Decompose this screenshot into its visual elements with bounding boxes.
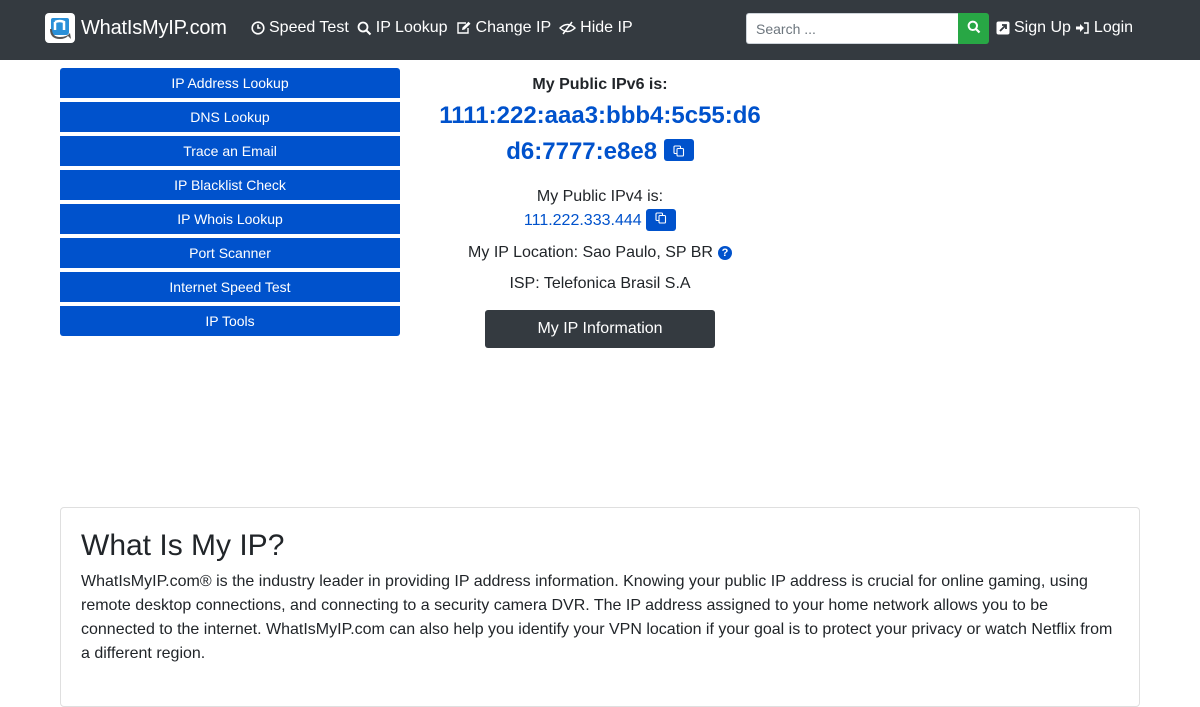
nav-speed-test-label: Speed Test — [269, 19, 349, 36]
nav-hide-ip-label: Hide IP — [580, 19, 633, 36]
nav-change-ip[interactable]: Change IP — [456, 19, 552, 37]
copy-ipv6-button[interactable] — [663, 138, 694, 161]
copy-icon — [673, 132, 685, 168]
question-circle-icon[interactable]: ? — [717, 246, 732, 260]
signup-label: Sign Up — [1014, 19, 1071, 36]
ipv4-row: 111.222.333.444 — [420, 209, 780, 232]
eye-slash-icon — [559, 21, 577, 35]
nav-hide-ip[interactable]: Hide IP — [559, 19, 633, 37]
nav-speed-test[interactable]: Speed Test — [251, 19, 349, 37]
copy-ipv4-button[interactable] — [646, 209, 677, 231]
about-text: WhatIsMyIP.com® is the industry leader i… — [81, 573, 1113, 662]
ipv4-address[interactable]: 111.222.333.444 — [524, 212, 642, 229]
navbar: WhatIsMyIP.com Speed Test IP Lookup Chan… — [0, 0, 1200, 60]
sidebar-item-ip-whois-lookup[interactable]: IP Whois Lookup — [60, 204, 400, 234]
brand-link[interactable]: WhatIsMyIP.com — [45, 13, 227, 43]
signup-link[interactable]: Sign Up — [996, 19, 1071, 37]
main-nav: Speed Test IP Lookup Change IP Hide IP — [251, 19, 641, 37]
sign-in-icon — [1075, 21, 1090, 35]
sidebar-item-ip-address-lookup[interactable]: IP Address Lookup — [60, 68, 400, 98]
copy-icon — [655, 211, 667, 229]
nav-ip-lookup[interactable]: IP Lookup — [357, 19, 448, 37]
sidebar-item-ip-blacklist-check[interactable]: IP Blacklist Check — [60, 170, 400, 200]
ipv6-row: 1111:222:aaa3:bbb4:5c55:d6d6:7777:e8e8 — [420, 98, 780, 170]
sidebar-item-dns-lookup[interactable]: DNS Lookup — [60, 102, 400, 132]
login-link[interactable]: Login — [1075, 19, 1133, 37]
sidebar-item-ip-tools[interactable]: IP Tools — [60, 306, 400, 336]
brand-name: WhatIsMyIP.com — [81, 16, 227, 39]
sidebar-item-trace-email[interactable]: Trace an Email — [60, 136, 400, 166]
search-icon — [357, 21, 372, 36]
about-card: What Is My IP? WhatIsMyIP.com® is the in… — [60, 507, 1140, 707]
ipv6-address[interactable]: 1111:222:aaa3:bbb4:5c55:d6d6:7777:e8e8 — [439, 102, 761, 165]
ip-location: My IP Location: Sao Paulo, SP BR — [468, 244, 713, 261]
ip-location-row: My IP Location: Sao Paulo, SP BR ? — [420, 244, 780, 262]
search-form — [746, 13, 989, 44]
nav-ip-lookup-label: IP Lookup — [375, 19, 448, 36]
search-button[interactable] — [958, 13, 989, 44]
search-icon — [967, 20, 981, 37]
auth-links: Sign Up Login — [996, 19, 1137, 37]
tools-sidebar: IP Address Lookup DNS Lookup Trace an Em… — [60, 68, 400, 340]
my-ip-information-button[interactable]: My IP Information — [485, 310, 715, 348]
edit-icon — [456, 21, 472, 35]
search-input[interactable] — [746, 13, 958, 44]
nav-change-ip-label: Change IP — [475, 19, 552, 36]
logo-icon — [45, 13, 75, 43]
clock-icon — [251, 21, 265, 35]
ip-info-panel: My Public IPv6 is: 1111:222:aaa3:bbb4:5c… — [420, 72, 780, 348]
ipv4-label: My Public IPv4 is: — [536, 188, 664, 205]
ipv6-label: My Public IPv6 is: — [532, 76, 668, 93]
about-title: What Is My IP? — [81, 529, 285, 562]
sidebar-item-internet-speed-test[interactable]: Internet Speed Test — [60, 272, 400, 302]
login-label: Login — [1093, 19, 1134, 36]
isp: ISP: Telefonica Brasil S.A — [509, 275, 691, 292]
external-link-icon — [996, 21, 1010, 35]
sidebar-item-port-scanner[interactable]: Port Scanner — [60, 238, 400, 268]
